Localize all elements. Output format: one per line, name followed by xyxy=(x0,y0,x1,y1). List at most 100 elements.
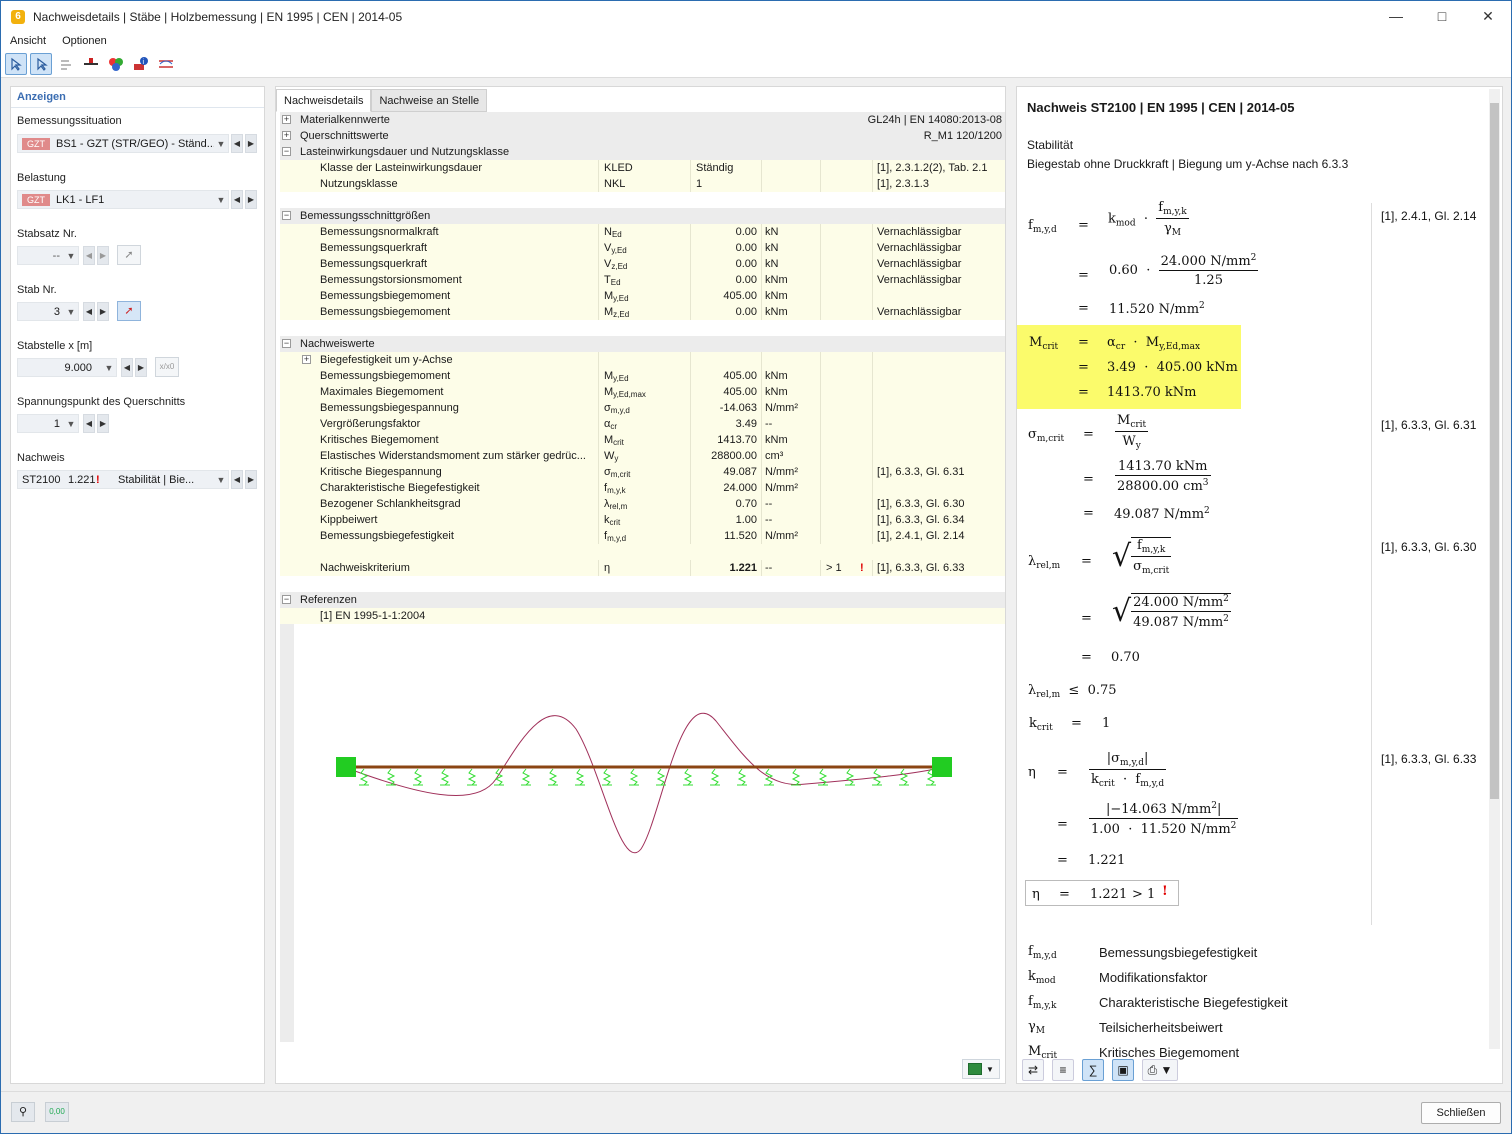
chevron-down-icon: ▼ xyxy=(66,250,76,261)
load-select[interactable]: GZT LK1 - LF1 ▼ xyxy=(17,190,229,209)
group-row[interactable]: − Lasteinwirkungsdauer und Nutzungsklasse xyxy=(280,144,1005,160)
unit: kNm xyxy=(765,306,788,318)
symbol: σm,crit xyxy=(604,466,631,479)
situation-select[interactable]: GZT BS1 - GZT (STR/GEO) - Ständ... ▼ xyxy=(17,134,229,153)
close-button[interactable]: Schließen xyxy=(1421,1102,1501,1124)
value: 11.520 xyxy=(724,530,757,542)
stelle-label: Stabstelle x [m] xyxy=(17,340,93,352)
punkt-select[interactable]: 1 ▼ xyxy=(17,414,79,433)
reference: [1], 6.3.3, Gl. 6.34 xyxy=(877,514,965,526)
symbol: η xyxy=(604,562,611,574)
reference: Vernachlässigbar xyxy=(877,226,962,238)
collapse-icon[interactable]: − xyxy=(282,147,291,156)
spacer-row xyxy=(280,192,1005,208)
spring-icon xyxy=(899,768,909,786)
stab-label: Stab Nr. xyxy=(17,284,57,296)
prev-nachweis-button[interactable]: ◀ xyxy=(231,470,243,489)
formula-smcrit-values: 1413.70 kNm 28800.00 cm3 xyxy=(1115,459,1211,494)
next-situation-button[interactable]: ▶ xyxy=(245,134,257,153)
reference: R_M1 120/1200 xyxy=(923,130,1002,142)
next-nachweis-button[interactable]: ▶ xyxy=(245,470,257,489)
value: 1413.70 xyxy=(717,434,757,446)
diagram-icon[interactable] xyxy=(155,53,177,75)
table-row: Bemessungsbiegemoment My,Ed 405.00 kNm xyxy=(280,288,1005,304)
group-row[interactable]: − Nachweiswerte xyxy=(280,336,1005,352)
pick-stab-icon[interactable]: ➚ xyxy=(117,301,141,321)
export-button[interactable]: ▼ xyxy=(962,1059,1000,1079)
spring-icon xyxy=(575,768,585,786)
swap-icon[interactable]: ⇄ xyxy=(1022,1059,1044,1081)
reference: [1], 2.3.1.2(2), Tab. 2.1 xyxy=(877,162,988,174)
value: -14.063 xyxy=(719,402,757,414)
group-row[interactable]: − Referenzen xyxy=(280,592,1005,608)
tab-nachweisdetails[interactable]: Nachweisdetails xyxy=(276,89,372,112)
warning-icon: ! xyxy=(1162,884,1168,899)
row-label: Bemessungsbiegefestigkeit xyxy=(320,530,454,542)
collapse-icon[interactable]: − xyxy=(282,595,291,604)
list-icon[interactable]: ≡ xyxy=(1052,1059,1074,1081)
close-window-button[interactable]: ✕ xyxy=(1465,1,1511,32)
pick-stabsatz-icon[interactable]: ➚ xyxy=(117,245,141,265)
prev-stab-button[interactable]: ◀ xyxy=(83,302,95,321)
symbol: Vy,Ed xyxy=(604,242,627,255)
expand-icon[interactable]: + xyxy=(282,131,291,140)
tab-nachweise-an-stelle[interactable]: Nachweise an Stelle xyxy=(371,89,488,112)
expand-icon[interactable]: + xyxy=(302,355,311,364)
expand-icon[interactable]: + xyxy=(282,115,291,124)
select-mode-icon[interactable] xyxy=(5,52,27,75)
maximize-button[interactable]: □ xyxy=(1419,1,1465,32)
minimize-button[interactable]: — xyxy=(1373,1,1419,32)
collapse-icon[interactable]: − xyxy=(282,211,291,220)
next-load-button[interactable]: ▶ xyxy=(245,190,257,209)
next-stab-button[interactable]: ▶ xyxy=(97,302,109,321)
table-row: Kippbeiwert kcrit 1.00 -- [1], 6.3.3, Gl. 6.… xyxy=(280,512,1005,528)
spacer-row xyxy=(280,320,1005,336)
prev-load-button[interactable]: ◀ xyxy=(231,190,243,209)
details-panel: Nachweisdetails Nachweise an Stelle + Mat… xyxy=(275,86,1006,1084)
table-row: Bemessungsquerkraft Vz,Ed 0.00 kN Vernachläs… xyxy=(280,256,1005,272)
decimals-icon[interactable]: 0,00 xyxy=(45,1102,69,1122)
stab-select[interactable]: 3 ▼ xyxy=(17,302,79,321)
align-icon[interactable] xyxy=(55,53,77,75)
warning-icon: ! xyxy=(860,562,864,574)
prev-stabsatz-button[interactable]: ◀ xyxy=(83,246,95,265)
next-punkt-button[interactable]: ▶ xyxy=(97,414,109,433)
row-label: Bemessungsbiegemoment xyxy=(320,370,451,382)
row-label: Vergrößerungsfaktor xyxy=(320,418,421,430)
menu-ansicht[interactable]: Ansicht xyxy=(10,35,46,47)
formula-icon[interactable]: ∑ xyxy=(1082,1059,1104,1081)
gzt-badge: GZT xyxy=(22,137,50,150)
value: 0.00 xyxy=(735,226,757,238)
menu-optionen[interactable]: Optionen xyxy=(62,35,107,47)
prev-stelle-button[interactable]: ◀ xyxy=(121,358,133,377)
group-row[interactable]: + Querschnittswerte R_M1 120/1200 xyxy=(280,128,1005,144)
chevron-down-icon: ▼ xyxy=(66,306,76,317)
display-panel: Anzeigen Bemessungssituation GZT BS1 - G… xyxy=(10,86,265,1084)
group-row[interactable]: − Bemessungsschnittgrößen xyxy=(280,208,1005,224)
stabsatz-select[interactable]: -- ▼ xyxy=(17,246,79,265)
nachweis-select[interactable]: ST2100 1.221 ! Stabilität | Bie... ▼ xyxy=(17,470,229,489)
print-icon[interactable]: ⎙ ▼ xyxy=(1142,1059,1178,1081)
value: 0.70 xyxy=(735,498,757,510)
unit: kNm xyxy=(765,386,788,398)
prev-punkt-button[interactable]: ◀ xyxy=(83,414,95,433)
next-stelle-button[interactable]: ▶ xyxy=(135,358,147,377)
next-stabsatz-button[interactable]: ▶ xyxy=(97,246,109,265)
legend-symbol: fm,y,k xyxy=(1028,994,1057,1011)
load-label: Belastung xyxy=(17,172,66,184)
reference: Vernachlässigbar xyxy=(877,274,962,286)
results-colors-icon[interactable] xyxy=(105,53,127,75)
prev-situation-button[interactable]: ◀ xyxy=(231,134,243,153)
spring-icon xyxy=(791,768,801,786)
group-row[interactable]: + Materialkennwerte GL24h | EN 14080:2013-… xyxy=(280,112,1005,128)
info-member-icon[interactable]: i xyxy=(130,53,152,75)
table-row: Bemessungsquerkraft Vy,Ed 0.00 kN Vernachläs… xyxy=(280,240,1005,256)
search-icon[interactable]: ⚲ xyxy=(11,1102,35,1122)
stelle-select[interactable]: 9.000 ▼ xyxy=(17,358,117,377)
member-section-icon[interactable] xyxy=(80,53,102,75)
select-member-icon[interactable] xyxy=(30,52,52,75)
frame-icon[interactable]: ▣ xyxy=(1112,1059,1134,1081)
table-row: Bemessungsnormalkraft NEd 0.00 kN Vernachläs… xyxy=(280,224,1005,240)
relative-position-button[interactable]: x/x0 xyxy=(155,357,179,377)
collapse-icon[interactable]: − xyxy=(282,339,291,348)
